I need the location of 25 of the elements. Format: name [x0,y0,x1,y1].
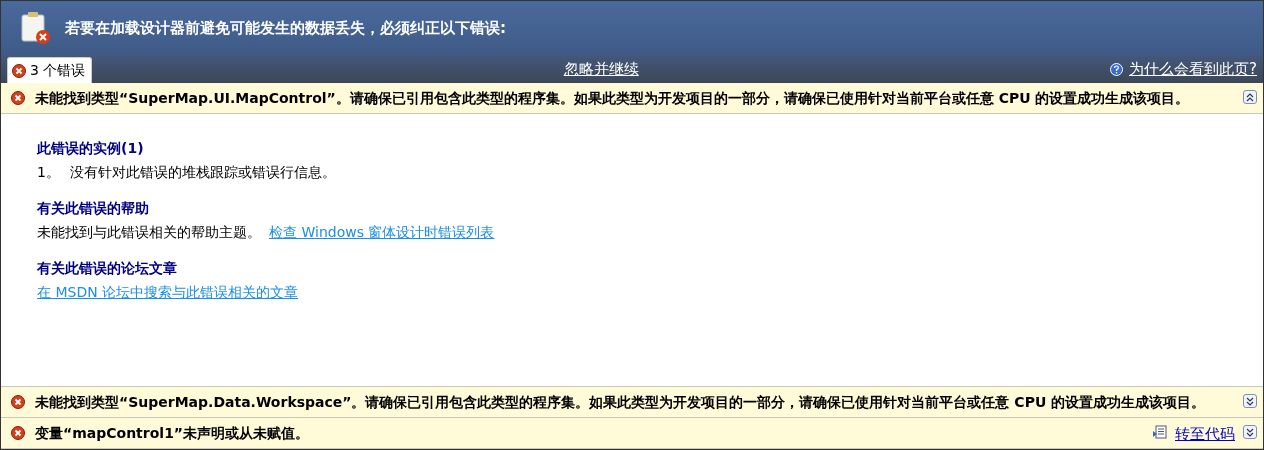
section-heading: 有关此错误的论坛文章 [37,260,178,278]
expand-button[interactable] [1243,425,1257,439]
error-message: 未能找到类型“SuperMap.UI.MapControl”。请确保已引用包含此类型的程序集。如果此类型为开发项目的一部分，请确保已使用针对当前平台或任意 CPU 的设置成功生成该项目。 [35,89,1191,108]
list-item: 1。 没有针对此错误的堆栈跟踪或错误行信息。 [37,164,336,182]
error-icon [11,395,25,409]
error-icon [11,91,25,105]
forum-link[interactable]: 在 MSDN 论坛中搜索与此错误相关的文章 [37,284,299,302]
expand-button[interactable] [1243,394,1257,408]
clipboard-error-icon [21,11,51,45]
error-message: 变量“mapControl1”未声明或从未赋值。 [35,424,311,443]
collapse-button[interactable] [1243,90,1257,104]
error-message: 未能找到类型“SuperMap.Data.Workspace”。请确保已引用包含此类型的程序集。如果此类型为开发项目的一部分，请确保已使用针对当前平台或任意 CPU 的设置成功生成该项目。 [35,393,1207,412]
goto-code-link[interactable]: 转至代码 [1175,425,1235,444]
header-title: 若要在加载设计器前避免可能发生的数据丢失，必须纠正以下错误: [65,18,506,38]
error-icon [11,426,25,440]
errors-tab[interactable]: 3 个错误 [7,57,93,83]
document-icon [1153,425,1167,439]
error-icon [12,63,26,78]
section-heading: 有关此错误的帮助 [37,200,150,218]
ignore-link[interactable]: 忽略并继续 [563,59,639,79]
help-icon [1110,62,1124,76]
why-link[interactable]: 为什么会看到此页? [1129,59,1257,79]
help-link[interactable]: 检查 Windows 窗体设计时错误列表 [269,224,495,242]
section-heading: 此错误的实例(1) [37,140,145,158]
help-text: 未能找到与此错误相关的帮助主题。 [37,224,261,242]
